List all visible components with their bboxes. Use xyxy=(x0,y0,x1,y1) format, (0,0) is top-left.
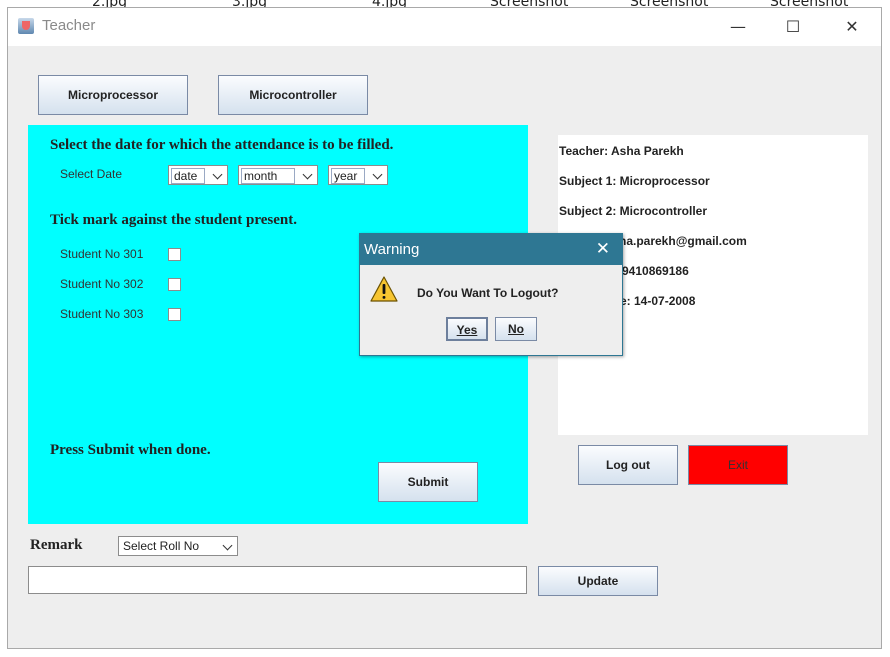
date-heading: Select the date for which the attendance… xyxy=(50,137,394,153)
warning-dialog: Warning ✕ Do You Want To Logout? Yes No xyxy=(359,233,623,356)
microcontroller-button[interactable]: Microcontroller xyxy=(218,75,368,115)
no-button[interactable]: No xyxy=(495,317,537,341)
student-checkbox[interactable] xyxy=(168,308,181,321)
submit-button[interactable]: Submit xyxy=(378,462,478,502)
student-label: Student No 302 xyxy=(60,277,144,291)
roll-no-combo-value: Select Roll No xyxy=(123,539,200,553)
title-bar: Teacher — ☐ ✕ xyxy=(8,8,881,46)
tick-heading: Tick mark against the student present. xyxy=(50,212,297,228)
student-label: Student No 301 xyxy=(60,247,144,261)
month-combo[interactable]: month xyxy=(238,165,318,185)
chevron-down-icon xyxy=(302,169,313,180)
student-label: Student No 303 xyxy=(60,307,144,321)
logout-button[interactable]: Log out xyxy=(578,445,678,485)
chevron-down-icon xyxy=(372,169,383,180)
chevron-down-icon xyxy=(212,169,223,180)
maximize-button[interactable]: ☐ xyxy=(778,14,808,40)
roll-no-combo[interactable]: Select Roll No xyxy=(118,536,238,556)
info-line: e: 14-07-2008 xyxy=(620,294,696,308)
dialog-title-bar: Warning ✕ xyxy=(360,234,622,265)
window-title: Teacher xyxy=(42,17,96,34)
close-button[interactable]: ✕ xyxy=(837,14,867,40)
dialog-message: Do You Want To Logout? xyxy=(417,286,559,300)
minimize-button[interactable]: — xyxy=(723,14,753,40)
java-app-icon xyxy=(18,18,34,34)
date-combo[interactable]: date xyxy=(168,165,228,185)
student-checkbox[interactable] xyxy=(168,278,181,291)
chevron-down-icon xyxy=(222,540,233,551)
submit-instruction: Press Submit when done. xyxy=(50,442,211,458)
remark-input[interactable] xyxy=(28,566,527,594)
remark-label: Remark xyxy=(30,537,83,553)
dialog-title: Warning xyxy=(364,241,420,258)
exit-button[interactable]: Exit xyxy=(688,445,788,485)
warning-icon xyxy=(370,276,398,302)
date-combo-value: date xyxy=(171,168,205,184)
year-combo[interactable]: year xyxy=(328,165,388,185)
year-combo-value: year xyxy=(331,168,365,184)
update-button[interactable]: Update xyxy=(538,566,658,596)
info-line: ha.parekh@gmail.com xyxy=(619,234,747,248)
info-line: 9410869186 xyxy=(622,264,689,278)
microprocessor-button[interactable]: Microprocessor xyxy=(38,75,188,115)
student-checkbox[interactable] xyxy=(168,248,181,261)
yes-button[interactable]: Yes xyxy=(446,317,488,341)
info-line: Subject 2: Microcontroller xyxy=(559,204,708,218)
dialog-close-icon[interactable]: ✕ xyxy=(596,239,610,259)
info-line: Subject 1: Microprocessor xyxy=(559,174,710,188)
select-date-label: Select Date xyxy=(60,167,123,181)
info-line: Teacher: Asha Parekh xyxy=(559,144,684,158)
month-combo-value: month xyxy=(241,168,295,184)
